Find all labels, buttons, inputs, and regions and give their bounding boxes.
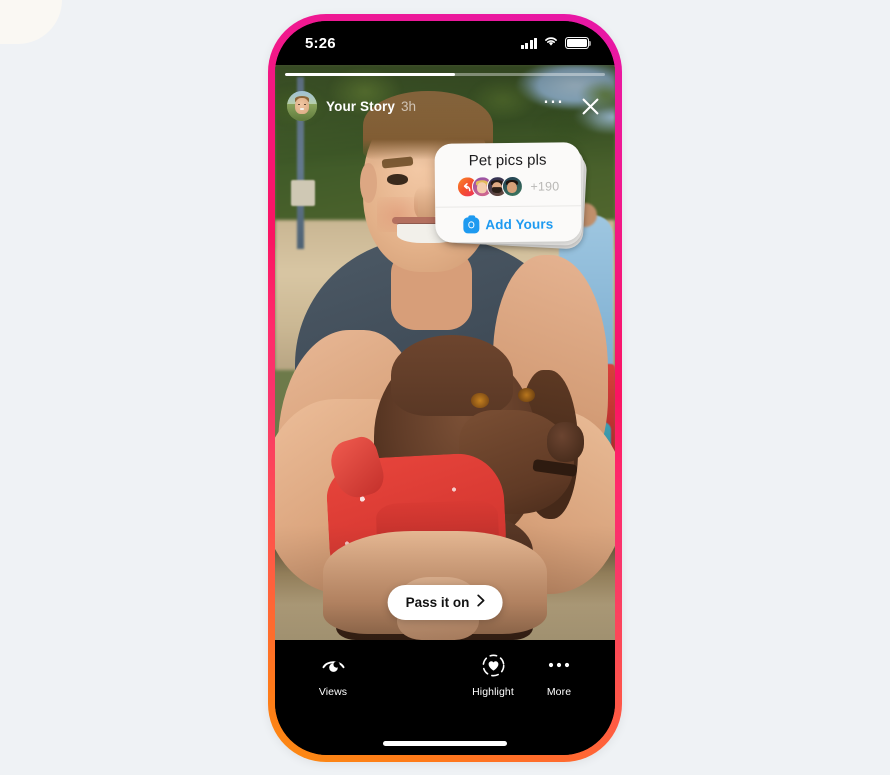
participant-avatar-3	[501, 175, 523, 198]
phone-frame-gradient: 5:26 Your Story 3h ⋯ Pet pics pls +190 A…	[268, 14, 622, 762]
story-header: Your Story 3h ⋯	[287, 89, 603, 123]
avatar[interactable]	[287, 91, 317, 121]
sticker-participants[interactable]: +190	[435, 168, 581, 207]
ellipsis-icon	[547, 652, 571, 678]
status-bar-time: 5:26	[305, 34, 336, 52]
story-timestamp: 3h	[401, 98, 417, 114]
story-username[interactable]: Your Story	[326, 99, 395, 114]
progress-track	[285, 73, 605, 76]
sticker-prompt: Pet pics pls	[468, 151, 547, 170]
eye-icon	[321, 652, 346, 678]
views-button[interactable]: Views	[305, 652, 361, 698]
progress-fill	[285, 73, 455, 76]
story-actions: Views Highlight More	[275, 652, 615, 698]
background-corner-accent	[0, 0, 62, 44]
camera-icon	[463, 216, 480, 233]
more-button[interactable]: More	[531, 652, 587, 698]
heart-in-dashed-circle-icon	[481, 652, 506, 678]
chevron-right-icon	[476, 594, 485, 610]
pass-it-on-label: Pass it on	[405, 594, 470, 610]
close-icon[interactable]	[577, 93, 603, 119]
sticker-front-card[interactable]: Pet pics pls +190 Add Yours	[434, 142, 582, 243]
ellipsis-icon[interactable]: ⋯	[539, 91, 570, 115]
story-media[interactable]: Your Story 3h ⋯ Pet pics pls +190 Add Yo…	[275, 65, 615, 640]
wifi-icon	[543, 34, 559, 52]
pass-it-on-button[interactable]: Pass it on	[387, 585, 503, 620]
views-label: Views	[318, 686, 348, 698]
add-yours-button[interactable]: Add Yours	[435, 206, 581, 243]
home-indicator[interactable]	[383, 741, 507, 746]
cellular-bars-icon	[520, 37, 537, 49]
more-label: More	[546, 686, 572, 698]
participant-overflow-count: +190	[530, 178, 560, 194]
battery-full-icon	[565, 37, 592, 49]
story-progress-bar[interactable]	[285, 73, 605, 76]
add-yours-sticker[interactable]: Pet pics pls +190 Add Yours	[434, 142, 588, 250]
phone-screen: 5:26 Your Story 3h ⋯ Pet pics pls +190 A…	[275, 21, 615, 755]
highlight-button[interactable]: Highlight	[465, 652, 521, 698]
highlight-label: Highlight	[472, 686, 514, 698]
story-action-bar: Views Highlight More	[275, 640, 615, 755]
phone-mockup: 5:26 Your Story 3h ⋯ Pet pics pls +190 A…	[268, 14, 622, 762]
add-yours-label: Add Yours	[485, 216, 554, 233]
status-bar: 5:26	[275, 21, 615, 65]
status-bar-indicators	[520, 34, 592, 52]
